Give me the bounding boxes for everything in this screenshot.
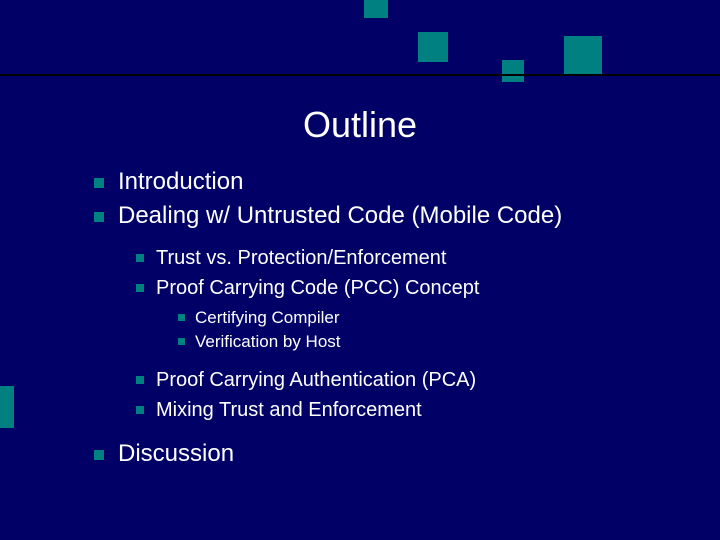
list-item-label: Certifying Compiler bbox=[195, 308, 340, 327]
list-item-label: Dealing w/ Untrusted Code (Mobile Code) bbox=[118, 202, 562, 229]
slide: Outline Introduction Dealing w/ Untruste… bbox=[0, 0, 720, 540]
list-item: Verification by Host bbox=[178, 330, 674, 354]
list-item: Proof Carrying Code (PCC) Concept bbox=[136, 274, 674, 302]
list-item-label: Mixing Trust and Enforcement bbox=[156, 399, 422, 421]
slide-body: Introduction Dealing w/ Untrusted Code (… bbox=[94, 166, 674, 472]
bullet-icon bbox=[178, 338, 185, 345]
bullet-icon bbox=[136, 376, 144, 384]
bullet-icon bbox=[136, 254, 144, 262]
list-item: Mixing Trust and Enforcement bbox=[136, 396, 674, 424]
bullet-icon bbox=[94, 450, 104, 460]
list-item: Discussion bbox=[94, 438, 674, 470]
bullet-icon bbox=[178, 314, 185, 321]
decor-square bbox=[564, 36, 602, 74]
decor-square bbox=[0, 386, 14, 428]
list-item-label: Proof Carrying Authentication (PCA) bbox=[156, 369, 476, 391]
list-item: Proof Carrying Authentication (PCA) bbox=[136, 366, 674, 394]
list-item: Introduction bbox=[94, 166, 674, 198]
list-item-label: Proof Carrying Code (PCC) Concept bbox=[156, 277, 479, 299]
list-item-label: Introduction bbox=[118, 168, 243, 195]
bullet-icon bbox=[94, 178, 104, 188]
decor-square bbox=[418, 32, 448, 62]
bullet-icon bbox=[136, 284, 144, 292]
slide-title: Outline bbox=[0, 104, 720, 146]
decor-square bbox=[364, 0, 388, 18]
list-item-label: Discussion bbox=[118, 440, 234, 467]
decor-square bbox=[502, 60, 524, 82]
list-item: Dealing w/ Untrusted Code (Mobile Code) bbox=[94, 200, 674, 232]
list-item-label: Trust vs. Protection/Enforcement bbox=[156, 247, 446, 269]
horizontal-rule bbox=[0, 74, 720, 76]
list-item: Trust vs. Protection/Enforcement bbox=[136, 244, 674, 272]
bullet-icon bbox=[94, 212, 104, 222]
list-item: Certifying Compiler bbox=[178, 306, 674, 330]
list-item-label: Verification by Host bbox=[195, 332, 341, 351]
bullet-icon bbox=[136, 406, 144, 414]
